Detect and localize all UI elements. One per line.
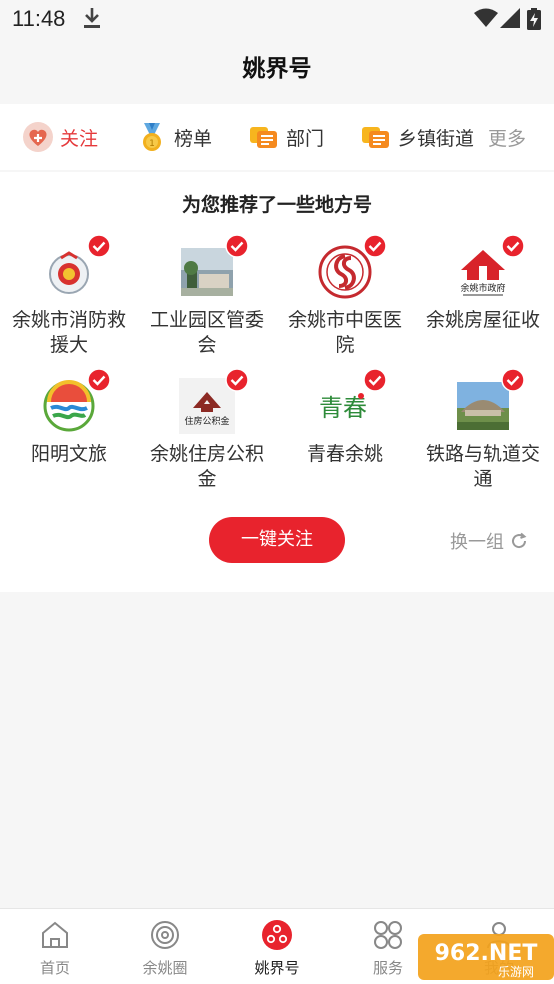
account-name: 余姚市中医医院	[287, 309, 402, 356]
account-card[interactable]: 余姚市消防救援大	[0, 234, 138, 358]
fire-rescue-emblem	[41, 234, 111, 300]
tab-towns[interactable]: 乡镇街道	[360, 120, 474, 154]
status-bar: 11:48	[0, 0, 554, 40]
swap-group-label: 换一组	[450, 532, 504, 553]
nav-yaojiehao-label: 姚界号	[254, 959, 300, 977]
account-name: 余姚房屋征收	[425, 309, 540, 331]
account-name: 余姚住房公积金	[149, 443, 264, 490]
industrial-park-photo	[179, 234, 249, 300]
home-icon	[42, 921, 68, 948]
page-header: 姚界号	[0, 40, 554, 102]
wifi-icon	[474, 8, 498, 27]
medal-icon: 1	[143, 123, 161, 151]
checkmark-icon[interactable]	[87, 234, 111, 258]
nav-home[interactable]: 首页	[0, 919, 110, 978]
account-card[interactable]: 住房公积金 余姚住房公积金	[138, 368, 276, 492]
download-icon	[84, 8, 100, 28]
logo-text: 余姚市政府	[460, 282, 505, 294]
chat-list-icon	[362, 127, 389, 148]
chat-list-icon	[250, 127, 277, 148]
battery-icon	[527, 8, 541, 30]
grid-icon	[374, 921, 402, 949]
tab-department-label: 部门	[286, 127, 325, 150]
tab-follow-label: 关注	[60, 127, 99, 150]
svg-text:1: 1	[149, 139, 155, 149]
checkmark-icon[interactable]	[501, 234, 525, 258]
logo-text: 住房公积金	[184, 415, 229, 427]
yangming-culture-emblem	[41, 368, 111, 434]
account-card[interactable]: 阳明文旅	[0, 368, 138, 467]
signal-icon	[500, 8, 520, 28]
nav-home-label: 首页	[39, 959, 70, 977]
recommendation-title: 为您推荐了一些地方号	[181, 194, 372, 216]
account-name: 青春余姚	[306, 443, 383, 465]
account-name: 铁路与轨道交通	[425, 443, 540, 490]
account-card[interactable]: 工业园区管委会	[138, 234, 276, 358]
watermark-subtext: 乐游网	[498, 965, 534, 979]
site-watermark: 962.NET 乐游网	[418, 934, 554, 980]
share-nodes-icon	[262, 920, 292, 950]
tab-follow[interactable]: 关注	[22, 120, 98, 154]
follow-all-button[interactable]: 一键关注	[209, 517, 345, 563]
nav-circle-label: 余姚圈	[142, 959, 188, 977]
tab-more-link[interactable]: 更多	[488, 124, 526, 151]
railway-station-photo	[455, 368, 525, 434]
checkmark-icon[interactable]	[87, 368, 111, 392]
account-card[interactable]: 铁路与轨道交通	[414, 368, 552, 492]
nav-yaojiehao[interactable]: 姚界号	[222, 919, 332, 978]
account-name: 工业园区管委会	[149, 309, 264, 356]
checkmark-icon[interactable]	[501, 368, 525, 392]
nav-circle[interactable]: 余姚圈	[110, 919, 220, 978]
account-card[interactable]: 余姚市中医医院	[276, 234, 414, 358]
tab-towns-label: 乡镇街道	[398, 127, 475, 150]
watermark-text: 962.NET	[435, 941, 538, 966]
account-card[interactable]: 青春 青春余姚	[276, 368, 414, 467]
youth-yuyao-logo: 青春	[317, 368, 387, 434]
checkmark-icon[interactable]	[363, 234, 387, 258]
account-name: 阳明文旅	[30, 443, 107, 465]
page-title: 姚界号	[242, 56, 312, 82]
tab-department[interactable]: 部门	[248, 120, 324, 154]
tab-ranking-label: 榜单	[174, 127, 213, 150]
checkmark-icon[interactable]	[225, 234, 249, 258]
account-name: 余姚市消防救援大	[11, 309, 126, 356]
recommendation-panel: 为您推荐了一些地方号 余姚市消防救援大 工业园区管委会 余姚市中医医院 余姚市政…	[0, 172, 554, 592]
tab-ranking[interactable]: 1 榜单	[136, 120, 212, 154]
housing-fund-logo: 住房公积金	[179, 368, 249, 434]
account-card[interactable]: 余姚市政府 余姚房屋征收	[414, 234, 552, 333]
house-expropriation-logo: 余姚市政府	[455, 234, 525, 300]
status-time: 11:48	[12, 6, 66, 31]
refresh-icon	[512, 532, 527, 549]
circle-icon	[151, 921, 179, 949]
category-tab-bar: 关注 1 榜单 部门 乡镇街道 更多	[0, 104, 554, 170]
swap-group-button[interactable]: 换一组	[450, 528, 528, 554]
heart-plus-icon	[23, 122, 53, 152]
checkmark-icon[interactable]	[363, 368, 387, 392]
checkmark-icon[interactable]	[225, 368, 249, 392]
tcm-hospital-seal	[317, 234, 387, 300]
